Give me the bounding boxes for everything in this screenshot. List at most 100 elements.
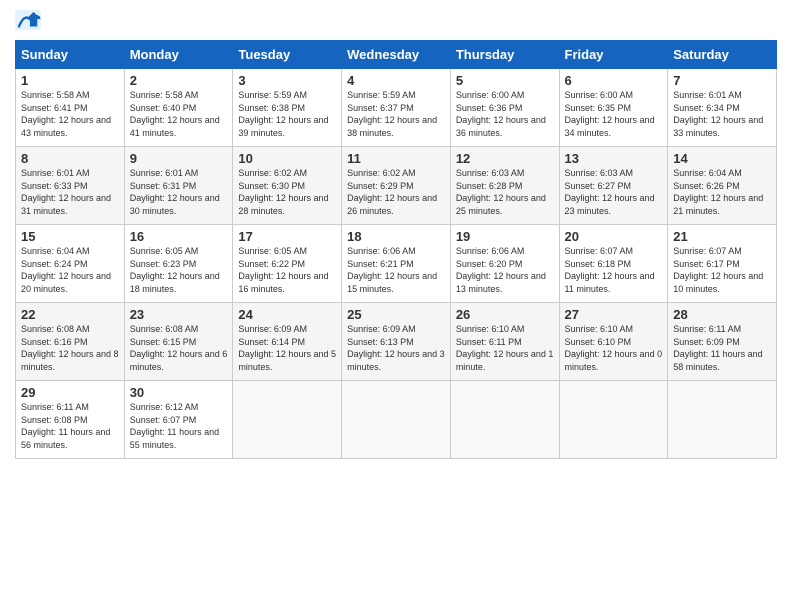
day-number: 7 [673,73,771,88]
day-info: Sunrise: 5:59 AMSunset: 6:37 PMDaylight:… [347,89,445,139]
table-row: 8Sunrise: 6:01 AMSunset: 6:33 PMDaylight… [16,147,125,225]
day-info: Sunrise: 6:01 AMSunset: 6:31 PMDaylight:… [130,167,228,217]
table-row: 26Sunrise: 6:10 AMSunset: 6:11 PMDayligh… [450,303,559,381]
day-number: 3 [238,73,336,88]
calendar-week-row: 15Sunrise: 6:04 AMSunset: 6:24 PMDayligh… [16,225,777,303]
day-number: 5 [456,73,554,88]
table-row: 20Sunrise: 6:07 AMSunset: 6:18 PMDayligh… [559,225,668,303]
col-friday: Friday [559,41,668,69]
day-info: Sunrise: 6:01 AMSunset: 6:33 PMDaylight:… [21,167,119,217]
day-number: 2 [130,73,228,88]
day-info: Sunrise: 6:09 AMSunset: 6:14 PMDaylight:… [238,323,336,373]
day-info: Sunrise: 6:10 AMSunset: 6:11 PMDaylight:… [456,323,554,373]
table-row: 28Sunrise: 6:11 AMSunset: 6:09 PMDayligh… [668,303,777,381]
day-info: Sunrise: 6:02 AMSunset: 6:30 PMDaylight:… [238,167,336,217]
day-number: 21 [673,229,771,244]
col-wednesday: Wednesday [342,41,451,69]
day-info: Sunrise: 6:03 AMSunset: 6:27 PMDaylight:… [565,167,663,217]
day-number: 23 [130,307,228,322]
day-info: Sunrise: 6:06 AMSunset: 6:20 PMDaylight:… [456,245,554,295]
day-info: Sunrise: 6:02 AMSunset: 6:29 PMDaylight:… [347,167,445,217]
day-info: Sunrise: 6:07 AMSunset: 6:18 PMDaylight:… [565,245,663,295]
day-number: 20 [565,229,663,244]
day-number: 29 [21,385,119,400]
table-row [668,381,777,459]
col-thursday: Thursday [450,41,559,69]
table-row: 5Sunrise: 6:00 AMSunset: 6:36 PMDaylight… [450,69,559,147]
day-info: Sunrise: 6:05 AMSunset: 6:23 PMDaylight:… [130,245,228,295]
table-row: 15Sunrise: 6:04 AMSunset: 6:24 PMDayligh… [16,225,125,303]
day-number: 18 [347,229,445,244]
table-row: 25Sunrise: 6:09 AMSunset: 6:13 PMDayligh… [342,303,451,381]
calendar-header-row: Sunday Monday Tuesday Wednesday Thursday… [16,41,777,69]
day-info: Sunrise: 6:04 AMSunset: 6:24 PMDaylight:… [21,245,119,295]
table-row [342,381,451,459]
col-monday: Monday [124,41,233,69]
table-row: 24Sunrise: 6:09 AMSunset: 6:14 PMDayligh… [233,303,342,381]
table-row: 19Sunrise: 6:06 AMSunset: 6:20 PMDayligh… [450,225,559,303]
table-row: 2Sunrise: 5:58 AMSunset: 6:40 PMDaylight… [124,69,233,147]
day-info: Sunrise: 6:08 AMSunset: 6:16 PMDaylight:… [21,323,119,373]
day-info: Sunrise: 6:00 AMSunset: 6:35 PMDaylight:… [565,89,663,139]
day-number: 22 [21,307,119,322]
table-row: 21Sunrise: 6:07 AMSunset: 6:17 PMDayligh… [668,225,777,303]
table-row [450,381,559,459]
table-row: 1Sunrise: 5:58 AMSunset: 6:41 PMDaylight… [16,69,125,147]
table-row: 22Sunrise: 6:08 AMSunset: 6:16 PMDayligh… [16,303,125,381]
table-row: 16Sunrise: 6:05 AMSunset: 6:23 PMDayligh… [124,225,233,303]
table-row: 4Sunrise: 5:59 AMSunset: 6:37 PMDaylight… [342,69,451,147]
page-container: Sunday Monday Tuesday Wednesday Thursday… [0,0,792,469]
day-info: Sunrise: 5:59 AMSunset: 6:38 PMDaylight:… [238,89,336,139]
day-number: 1 [21,73,119,88]
table-row: 11Sunrise: 6:02 AMSunset: 6:29 PMDayligh… [342,147,451,225]
table-row: 14Sunrise: 6:04 AMSunset: 6:26 PMDayligh… [668,147,777,225]
logo [15,10,45,32]
table-row: 12Sunrise: 6:03 AMSunset: 6:28 PMDayligh… [450,147,559,225]
col-sunday: Sunday [16,41,125,69]
day-number: 8 [21,151,119,166]
day-info: Sunrise: 6:06 AMSunset: 6:21 PMDaylight:… [347,245,445,295]
day-number: 17 [238,229,336,244]
day-info: Sunrise: 6:00 AMSunset: 6:36 PMDaylight:… [456,89,554,139]
table-row: 13Sunrise: 6:03 AMSunset: 6:27 PMDayligh… [559,147,668,225]
day-info: Sunrise: 6:08 AMSunset: 6:15 PMDaylight:… [130,323,228,373]
col-tuesday: Tuesday [233,41,342,69]
table-row [559,381,668,459]
day-number: 10 [238,151,336,166]
calendar-week-row: 8Sunrise: 6:01 AMSunset: 6:33 PMDaylight… [16,147,777,225]
table-row: 17Sunrise: 6:05 AMSunset: 6:22 PMDayligh… [233,225,342,303]
day-number: 19 [456,229,554,244]
day-number: 14 [673,151,771,166]
day-info: Sunrise: 6:11 AMSunset: 6:09 PMDaylight:… [673,323,771,373]
table-row: 30Sunrise: 6:12 AMSunset: 6:07 PMDayligh… [124,381,233,459]
day-number: 4 [347,73,445,88]
day-number: 24 [238,307,336,322]
day-number: 25 [347,307,445,322]
day-number: 11 [347,151,445,166]
day-number: 16 [130,229,228,244]
day-info: Sunrise: 6:12 AMSunset: 6:07 PMDaylight:… [130,401,228,451]
calendar-week-row: 29Sunrise: 6:11 AMSunset: 6:08 PMDayligh… [16,381,777,459]
table-row: 27Sunrise: 6:10 AMSunset: 6:10 PMDayligh… [559,303,668,381]
day-info: Sunrise: 6:05 AMSunset: 6:22 PMDaylight:… [238,245,336,295]
day-number: 15 [21,229,119,244]
day-number: 12 [456,151,554,166]
logo-icon [15,10,43,32]
day-number: 9 [130,151,228,166]
day-number: 28 [673,307,771,322]
table-row [233,381,342,459]
day-info: Sunrise: 6:11 AMSunset: 6:08 PMDaylight:… [21,401,119,451]
day-number: 6 [565,73,663,88]
table-row: 7Sunrise: 6:01 AMSunset: 6:34 PMDaylight… [668,69,777,147]
col-saturday: Saturday [668,41,777,69]
table-row: 23Sunrise: 6:08 AMSunset: 6:15 PMDayligh… [124,303,233,381]
table-row: 10Sunrise: 6:02 AMSunset: 6:30 PMDayligh… [233,147,342,225]
table-row: 3Sunrise: 5:59 AMSunset: 6:38 PMDaylight… [233,69,342,147]
calendar-week-row: 1Sunrise: 5:58 AMSunset: 6:41 PMDaylight… [16,69,777,147]
day-info: Sunrise: 6:04 AMSunset: 6:26 PMDaylight:… [673,167,771,217]
day-number: 13 [565,151,663,166]
day-info: Sunrise: 6:10 AMSunset: 6:10 PMDaylight:… [565,323,663,373]
day-info: Sunrise: 6:07 AMSunset: 6:17 PMDaylight:… [673,245,771,295]
day-info: Sunrise: 5:58 AMSunset: 6:41 PMDaylight:… [21,89,119,139]
day-number: 30 [130,385,228,400]
